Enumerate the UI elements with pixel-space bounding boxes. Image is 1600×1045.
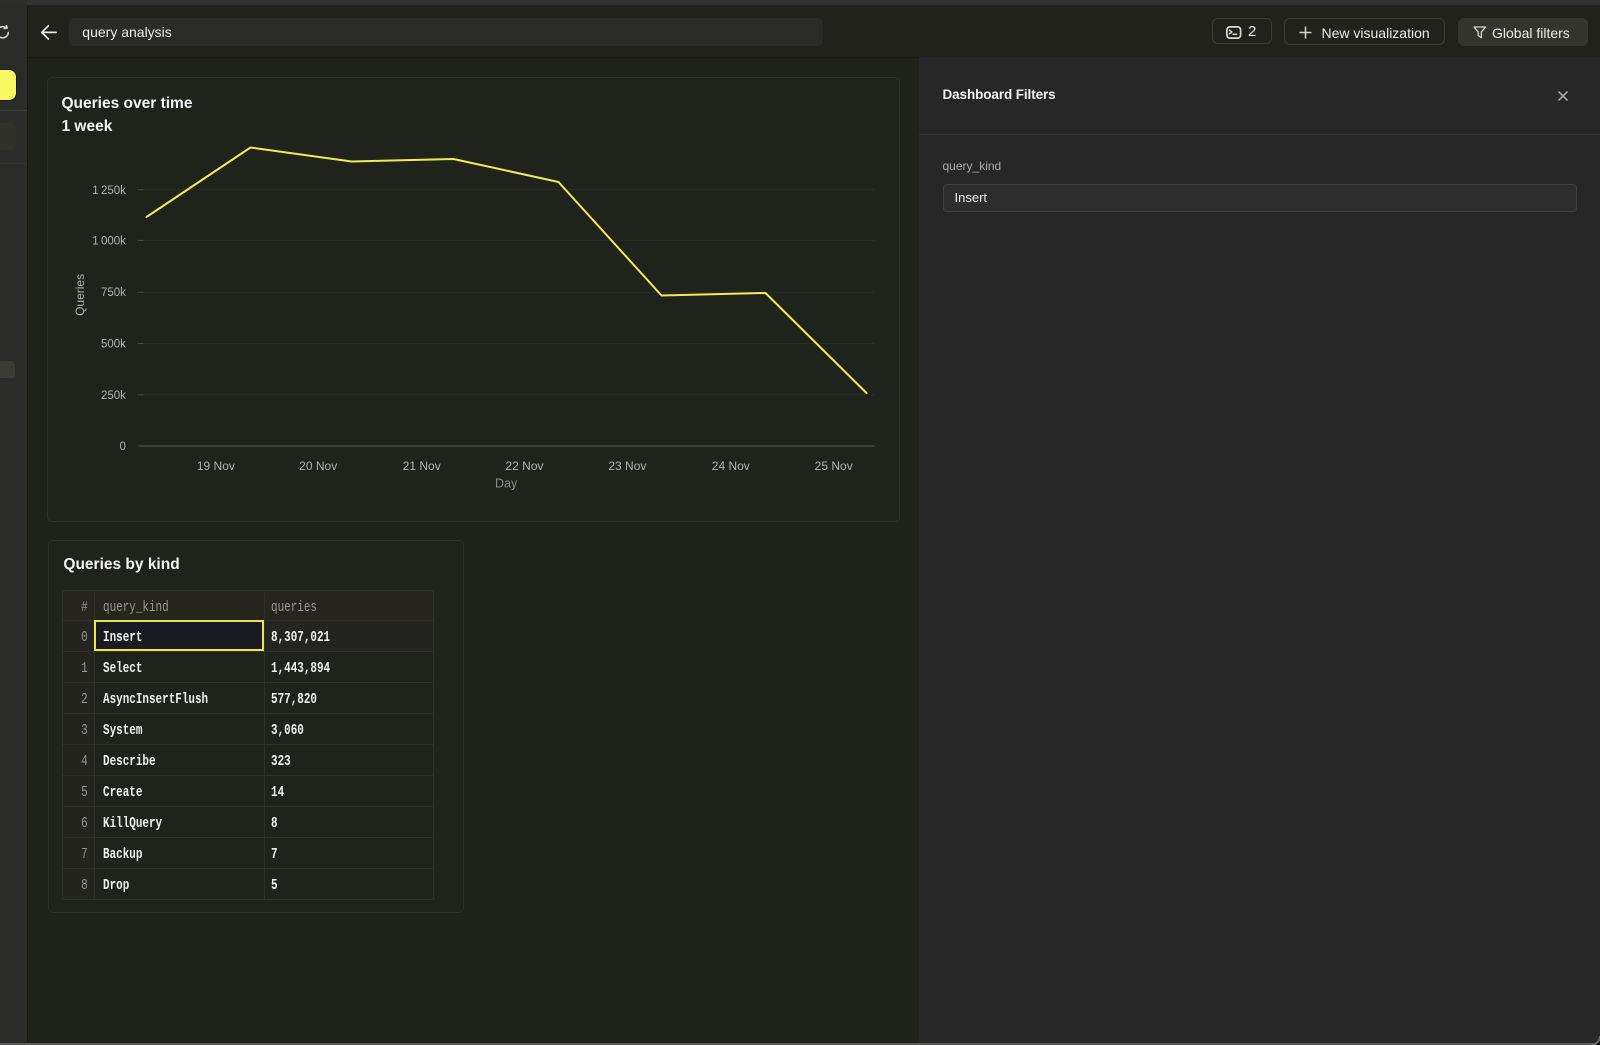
svg-text:1 250k: 1 250k [92, 185, 126, 197]
svg-text:23 Nov: 23 Nov [608, 459, 646, 473]
svg-text:750k: 750k [100, 287, 125, 299]
svg-text:1 000k: 1 000k [92, 235, 126, 247]
svg-text:21 Nov: 21 Nov [402, 459, 440, 473]
svg-text:24 Nov: 24 Nov [711, 459, 749, 473]
svg-text:25 Nov: 25 Nov [814, 459, 852, 473]
svg-text:20 Nov: 20 Nov [299, 459, 337, 473]
svg-text:Queries: Queries [72, 274, 86, 316]
svg-text:500k: 500k [100, 339, 125, 351]
svg-text:22 Nov: 22 Nov [505, 459, 543, 473]
svg-text:19 Nov: 19 Nov [196, 459, 234, 473]
svg-text:250k: 250k [100, 390, 125, 402]
svg-text:0: 0 [119, 441, 125, 453]
svg-text:Day: Day [494, 477, 517, 491]
